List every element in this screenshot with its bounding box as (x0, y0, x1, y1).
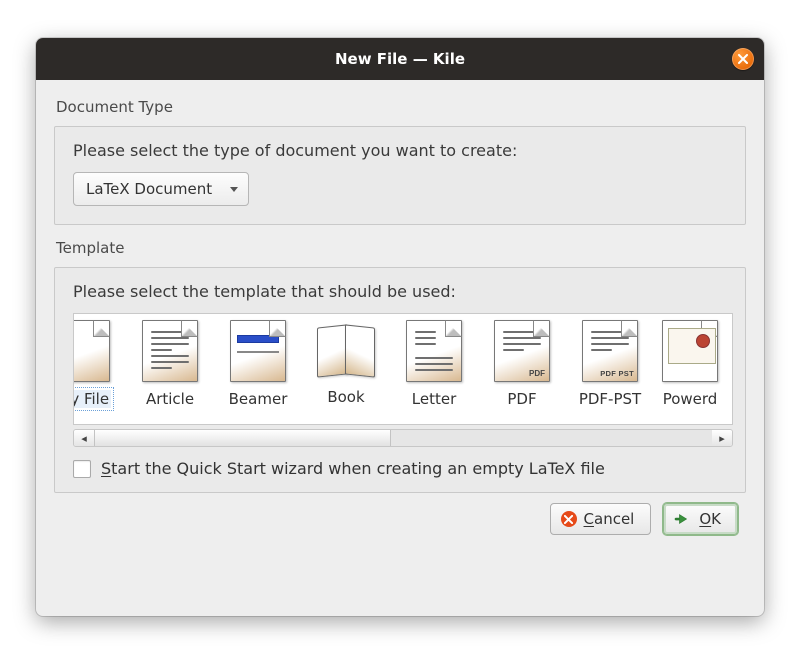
dialog-body: Document Type Please select the type of … (36, 80, 764, 616)
window-title: New File — Kile (335, 50, 465, 68)
close-icon (738, 54, 748, 64)
template-item-label: Letter (412, 390, 456, 408)
template-empty-file[interactable]: pty File (73, 320, 126, 408)
template-pdf-pst[interactable]: PDF PST PDF-PST (566, 320, 654, 408)
template-list: pty File Article Beamer (73, 313, 733, 425)
template-pdf[interactable]: PDF PDF (478, 320, 566, 408)
template-label: Template (56, 239, 746, 257)
dialog-window: New File — Kile Document Type Please sel… (36, 38, 764, 616)
document-type-prompt: Please select the type of document you w… (73, 141, 727, 160)
cancel-icon (561, 511, 577, 527)
template-item-label: Book (327, 388, 364, 406)
close-button[interactable] (732, 48, 754, 70)
template-article[interactable]: Article (126, 320, 214, 408)
document-type-group: Please select the type of document you w… (54, 126, 746, 225)
template-book[interactable]: Book (302, 320, 390, 406)
template-item-label: PDF (507, 390, 536, 408)
document-type-value: LaTeX Document (86, 180, 212, 198)
scrollbar-track[interactable] (94, 430, 712, 446)
template-prompt: Please select the template that should b… (73, 282, 733, 301)
template-letter[interactable]: Letter (390, 320, 478, 408)
document-type-combo[interactable]: LaTeX Document (73, 172, 249, 206)
quick-start-label: Start the Quick Start wizard when creati… (101, 459, 605, 478)
template-item-label: PDF-PST (579, 390, 641, 408)
book-icon (315, 322, 377, 380)
document-type-label: Document Type (56, 98, 746, 116)
cancel-label: Cancel (584, 510, 635, 528)
dialog-buttons: Cancel OK (54, 503, 746, 539)
template-item-label: Article (146, 390, 194, 408)
template-group: Please select the template that should b… (54, 267, 746, 493)
ok-icon (674, 512, 692, 526)
cancel-button[interactable]: Cancel (550, 503, 652, 535)
scrollbar-thumb[interactable] (94, 430, 391, 446)
scroll-left-icon[interactable]: ◂ (74, 430, 94, 446)
template-item-label: pty File (73, 390, 111, 408)
titlebar: New File — Kile (36, 38, 764, 80)
template-item-label: Beamer (229, 390, 288, 408)
scroll-right-icon[interactable]: ▸ (712, 430, 732, 446)
template-beamer[interactable]: Beamer (214, 320, 302, 408)
chevron-down-icon (230, 187, 238, 192)
quick-start-row: Start the Quick Start wizard when creati… (73, 459, 733, 478)
template-powerdot[interactable]: Powerd (654, 320, 726, 408)
ok-button[interactable]: OK (663, 503, 738, 535)
template-scrollbar[interactable]: ◂ ▸ (73, 429, 733, 447)
quick-start-checkbox[interactable] (73, 460, 91, 478)
template-item-label: Powerd (663, 390, 718, 408)
ok-label: OK (699, 510, 721, 528)
